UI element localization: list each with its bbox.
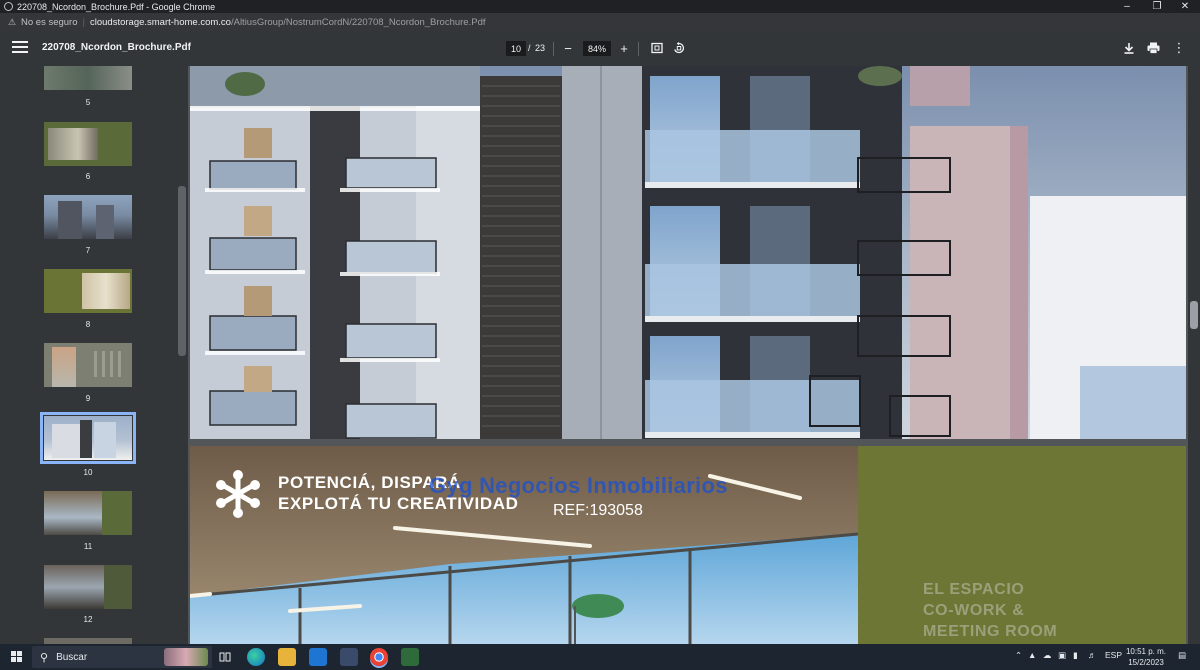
viewer-scrollbar-thumb[interactable]	[1190, 301, 1198, 329]
search-label: Buscar	[56, 651, 88, 663]
windows-start-icon[interactable]	[11, 651, 23, 663]
thumbnail-page-11[interactable]	[44, 491, 132, 535]
cowork-line-2: CO-WORK &	[923, 602, 1025, 619]
thumbnail-page-8[interactable]	[44, 269, 132, 313]
building-render-image	[190, 66, 1186, 439]
display-icon[interactable]: ▣	[1058, 650, 1066, 661]
task-view-icon[interactable]	[216, 648, 234, 666]
zoom-level-input[interactable]: 84%	[583, 41, 611, 56]
download-icon[interactable]	[1121, 40, 1137, 56]
menu-icon[interactable]	[12, 41, 28, 55]
zoom-out-button[interactable]: −	[560, 40, 576, 56]
pdf-page-building	[190, 66, 1186, 439]
warning-icon[interactable]: ⚠	[7, 17, 17, 27]
thumbnail-label: 9	[85, 394, 91, 403]
more-options-button[interactable]: ⋮	[1171, 40, 1187, 56]
thumbnail-label: 6	[85, 172, 91, 181]
page-number-input[interactable]: 10	[506, 41, 526, 56]
thumbnail-label: 8	[85, 320, 91, 329]
app-icon[interactable]	[401, 648, 419, 666]
clock-time: 10:51 p. m.	[1125, 647, 1167, 656]
zoom-in-button[interactable]: +	[616, 40, 632, 56]
thumbnail-page-9[interactable]	[44, 343, 132, 387]
cowork-line-3: MEETING ROOM	[923, 623, 1058, 640]
thumbnail-page-10[interactable]	[40, 412, 136, 464]
thumbnail-sidebar[interactable]: 5 6 7 8 9 10 11 12	[0, 66, 176, 644]
clock-date: 15/2/2023	[1128, 658, 1164, 667]
thumbnail-label: 5	[85, 98, 91, 107]
rotate-icon[interactable]	[671, 40, 687, 56]
battery-icon[interactable]: ▮	[1073, 650, 1078, 661]
page-total: 23	[535, 43, 546, 53]
thumbnail-page-6[interactable]	[44, 122, 132, 166]
thumbnail-label: 11	[83, 542, 93, 551]
edge-icon[interactable]	[247, 648, 265, 666]
mail-icon[interactable]	[309, 648, 327, 666]
cloud-icon[interactable]: ☁	[1043, 650, 1052, 661]
minimize-icon[interactable]: –	[1112, 0, 1142, 13]
pdf-favicon-icon	[4, 2, 13, 11]
toolbar-divider	[553, 42, 554, 56]
toolbar-divider	[638, 42, 639, 56]
address-separator: |	[82, 16, 85, 28]
thumbnail-page-12[interactable]	[44, 565, 132, 609]
sidebar-scrollbar[interactable]	[176, 66, 188, 644]
agency-watermark: Gyg Negocios Inmobiliarios	[429, 473, 728, 498]
thumbnail-label: 12	[83, 615, 93, 624]
close-icon[interactable]: ✕	[1170, 0, 1200, 13]
reference-code: REF:193058	[553, 502, 643, 519]
thumbnail-label: 7	[85, 246, 91, 255]
print-icon[interactable]	[1145, 40, 1161, 56]
cowork-line-1: EL ESPACIO	[923, 581, 1025, 598]
restore-icon[interactable]: ❐	[1142, 0, 1172, 13]
sidebar-scrollbar-thumb[interactable]	[178, 186, 186, 356]
window-title-bar: 220708_Ncordon_Brochure.Pdf - Google Chr…	[0, 0, 1200, 13]
news-widget-icon[interactable]	[164, 648, 208, 666]
window-title: 220708_Ncordon_Brochure.Pdf - Google Chr…	[17, 1, 216, 12]
fit-page-icon[interactable]	[649, 40, 665, 56]
security-label[interactable]: No es seguro	[21, 17, 78, 28]
thumbnail-page-5[interactable]	[44, 66, 132, 90]
search-icon: ⚲	[40, 651, 49, 664]
notifications-icon[interactable]: ▤	[1178, 650, 1186, 661]
url-host[interactable]: cloudstorage.smart-home.com.co	[90, 17, 231, 28]
document-title: 220708_Ncordon_Brochure.Pdf	[42, 42, 191, 53]
pdf-toolbar: 220708_Ncordon_Brochure.Pdf 10 / 23 − 84…	[0, 31, 1200, 66]
viewer-scrollbar[interactable]	[1188, 66, 1200, 644]
file-explorer-icon[interactable]	[278, 648, 296, 666]
thumbnail-label: 10	[83, 468, 93, 477]
windows-taskbar: ⚲ Buscar ⌃ ▲ ☁ ▣ ▮ ♬ ESP 10:51 p. m. 15/…	[0, 644, 1200, 670]
chevron-up-icon[interactable]: ⌃	[1015, 650, 1022, 661]
language-indicator[interactable]: ESP	[1105, 650, 1122, 660]
volume-icon[interactable]: ♬	[1088, 650, 1097, 660]
thumbnail-page-7[interactable]	[44, 195, 132, 239]
chrome-icon[interactable]	[370, 648, 388, 666]
system-clock[interactable]: 10:51 p. m. 15/2/2023	[1124, 646, 1168, 668]
url-path[interactable]: /AltiusGroup/NostrumCordN/220708_Ncordon…	[231, 17, 486, 28]
network-icon[interactable]: ▲	[1028, 650, 1036, 660]
page-separator: /	[528, 43, 531, 53]
store-icon[interactable]	[340, 648, 358, 666]
pdf-viewer[interactable]: POTENCIÁ, DISPARÁ EXPLOTÁ TU CREATIVIDAD…	[188, 66, 1188, 644]
address-bar[interactable]: ⚠ No es seguro | cloudstorage.smart-home…	[0, 13, 1200, 31]
